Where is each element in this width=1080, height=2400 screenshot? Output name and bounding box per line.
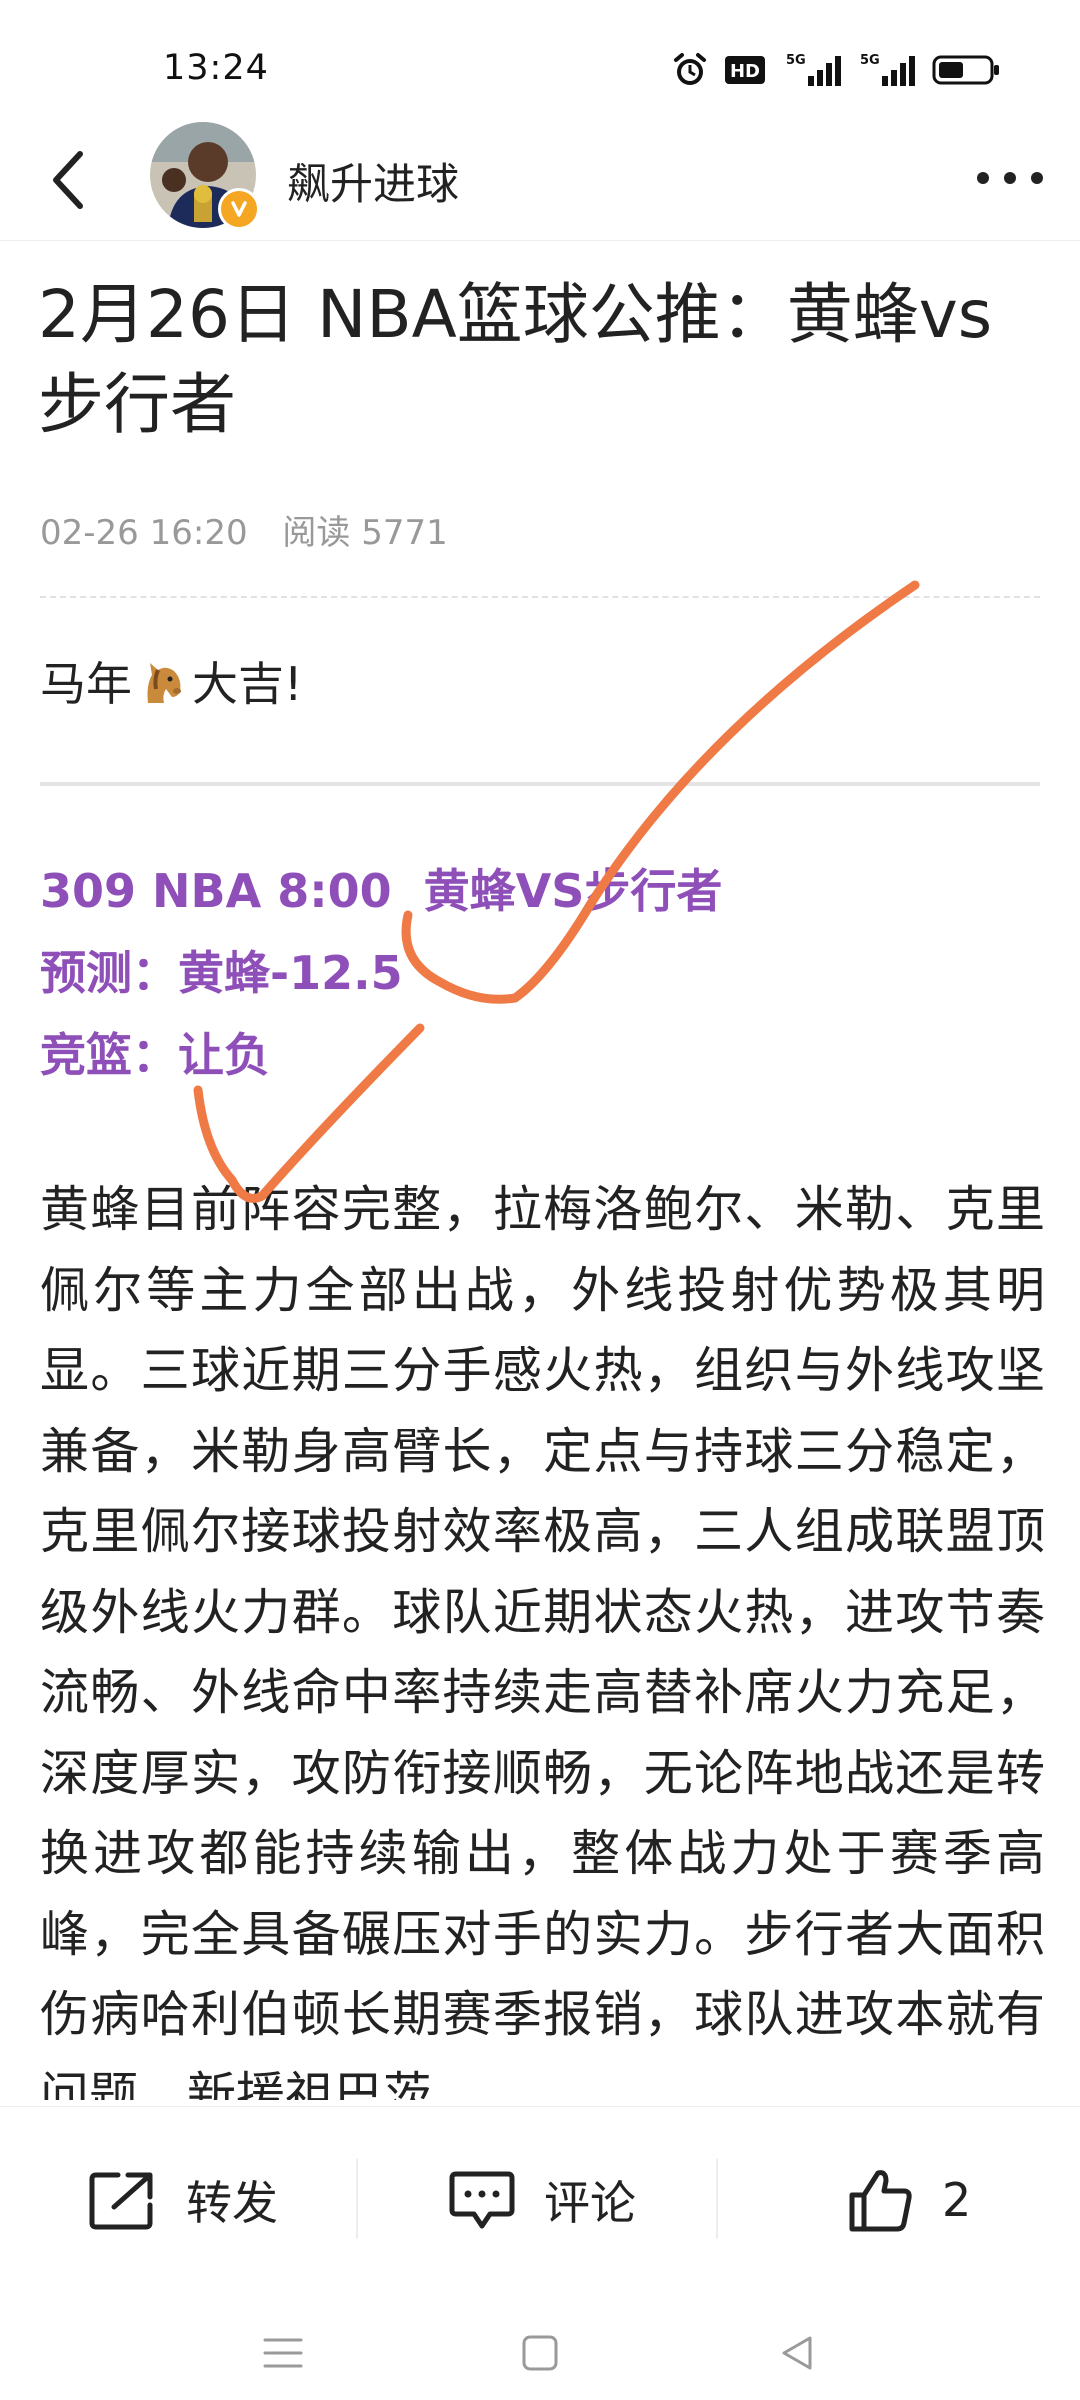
meta-divider xyxy=(40,596,1040,598)
like-count: 2 xyxy=(942,2173,972,2227)
greeting-text-before: 马年 xyxy=(40,657,132,711)
nav-bar: 飙升进球 xyxy=(0,118,1080,241)
publish-date: 02-26 16:20 xyxy=(40,513,248,553)
signal-5g-icon: 5G xyxy=(860,53,915,86)
action-bar: 转发 评论 2 xyxy=(0,2106,1080,2307)
status-bar: 13:24 HD 5G 5G xyxy=(0,0,1080,130)
status-time: 13:24 xyxy=(163,48,269,88)
battery-icon xyxy=(932,55,999,85)
avatar[interactable] xyxy=(150,122,260,230)
more-dots-icon xyxy=(977,172,1043,184)
content-divider xyxy=(40,782,1040,786)
article-meta: 02-26 16:20 阅读 5771 xyxy=(40,505,472,554)
article-title: 2月26日 NBA篮球公推：黄蜂vs步行者 xyxy=(38,276,993,443)
comment-icon xyxy=(449,2171,515,2229)
comment-button[interactable]: 评论 xyxy=(448,2155,636,2245)
menu-icon xyxy=(263,2338,303,2368)
repost-label: 转发 xyxy=(186,2176,278,2230)
repost-button[interactable]: 转发 xyxy=(88,2155,278,2245)
article-body: 黄蜂目前阵容完整，拉梅洛鲍尔、米勒、克里佩尔等主力全部出战，外线投射优势极其明显… xyxy=(40,1181,1045,2100)
back-nav-button[interactable] xyxy=(762,2318,832,2388)
checkmark-large xyxy=(401,580,920,1004)
menu-nav-button[interactable] xyxy=(248,2318,318,2388)
like-button[interactable]: 2 xyxy=(848,2155,971,2245)
share-icon xyxy=(89,2172,153,2230)
pick-line-lottery: 竞篮：让负 xyxy=(40,1028,270,1082)
verified-badge-icon xyxy=(218,188,260,230)
svg-text:HD: HD xyxy=(730,61,760,82)
pick-line-prediction: 预测：黄蜂-12.5 xyxy=(40,946,403,1000)
chevron-left-icon xyxy=(53,151,83,209)
greeting: 马年 大吉! xyxy=(40,648,302,714)
hd-icon: HD xyxy=(725,56,765,84)
svg-text:5G: 5G xyxy=(786,53,806,68)
back-triangle-icon xyxy=(782,2336,812,2370)
greeting-text-after: 大吉! xyxy=(192,657,303,711)
pick-line-match: 309 NBA 8:00 黄蜂VS步行者 xyxy=(40,864,723,918)
more-button[interactable] xyxy=(970,148,1050,208)
alarm-icon xyxy=(674,53,706,85)
svg-text:5G: 5G xyxy=(860,53,880,68)
back-button[interactable] xyxy=(28,140,108,220)
action-separator xyxy=(356,2159,358,2239)
read-count: 阅读 5771 xyxy=(282,513,448,553)
horse-emoji-icon xyxy=(136,655,188,707)
signal-5g-icon: 5G xyxy=(786,53,841,86)
home-square-icon xyxy=(522,2335,558,2371)
comment-label: 评论 xyxy=(544,2176,636,2230)
home-nav-button[interactable] xyxy=(505,2318,575,2388)
author-name[interactable]: 飙升进球 xyxy=(287,150,459,212)
status-icons: HD 5G 5G xyxy=(670,50,1002,90)
action-separator xyxy=(716,2159,718,2239)
system-nav-bar xyxy=(0,2300,1080,2400)
thumbs-up-icon xyxy=(849,2170,912,2232)
